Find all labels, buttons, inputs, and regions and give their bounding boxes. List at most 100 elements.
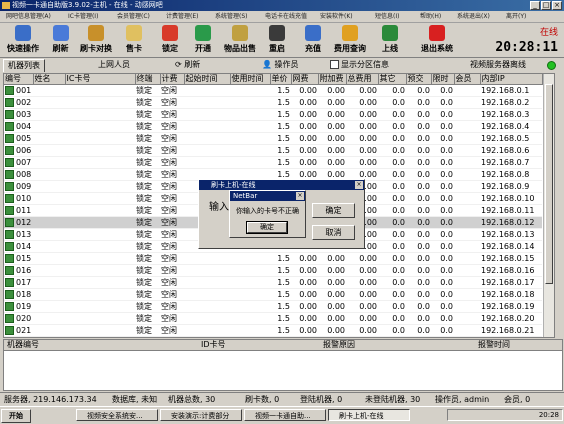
- machine-id: 013: [16, 230, 32, 239]
- cell-fee: 0.00: [291, 276, 318, 289]
- cell-add: 0.00: [318, 288, 346, 301]
- refresh-tab[interactable]: ⟳ 刷新: [175, 59, 200, 71]
- table-row[interactable]: 021 锁定 空闲 1.5 0.00 0.00 0.00 0.0 0.0 0.0 192.168.0…: [4, 324, 542, 337]
- column-header-11[interactable]: 其它: [378, 74, 407, 85]
- taskbar-item-card-login[interactable]: 刷卡上机-在线: [328, 409, 410, 421]
- table-row[interactable]: 004 锁定 空闲 1.5 0.00 0.00 0.00 0.0 0.0 0.0 192.168.0…: [4, 120, 542, 133]
- toolbar-button-4[interactable]: 锁定: [156, 24, 184, 56]
- cell-empty: [454, 120, 480, 133]
- card-login-cancel-button[interactable]: 取消: [312, 225, 355, 240]
- close-icon[interactable]: ×: [552, 1, 562, 10]
- cell-empty: [230, 252, 270, 265]
- tab-machine-list[interactable]: 机器列表: [3, 59, 45, 72]
- column-header-6[interactable]: 使用时间: [230, 74, 271, 85]
- toolbar-button-6[interactable]: 物品出售: [220, 24, 260, 56]
- show-partition-checkbox[interactable]: [330, 60, 339, 69]
- menu-item-0[interactable]: 网吧信息管理(A): [6, 11, 51, 22]
- table-row[interactable]: 016 锁定 空闲 1.5 0.00 0.00 0.00 0.0 0.0 0.0 192.168.0…: [4, 264, 542, 277]
- cell-empty: [184, 288, 230, 301]
- cell-fee: 0.00: [291, 324, 318, 337]
- table-row[interactable]: 001 锁定 空闲 1.5 0.00 0.00 0.00 0.0 0.0 0.0 192.168.0…: [4, 84, 542, 97]
- menu-item-8[interactable]: 帮助(H): [420, 11, 441, 22]
- toolbar-icon-2: [88, 25, 104, 41]
- scrollbar-thumb[interactable]: [545, 84, 553, 284]
- column-header-7[interactable]: 单价: [270, 74, 292, 85]
- toolbar-button-2[interactable]: 刷卡对换: [78, 24, 114, 56]
- column-header-5[interactable]: 起始时间: [184, 74, 231, 85]
- toolbar-button-9[interactable]: 费用查询: [330, 24, 370, 56]
- machine-id: 002: [16, 98, 32, 107]
- table-row[interactable]: 007 锁定 空闲 1.5 0.00 0.00 0.00 0.0 0.0 0.0 192.168.0…: [4, 156, 542, 169]
- show-partition-toggle[interactable]: 显示分区信息: [330, 59, 389, 71]
- cell-id: 019: [4, 300, 33, 313]
- toolbar-icon-5: [195, 25, 211, 41]
- tab-online-users[interactable]: 上网人员: [98, 59, 130, 71]
- menu-item-2[interactable]: 会员管理(C): [117, 11, 150, 22]
- menu-item-1[interactable]: IC卡管理(I): [68, 11, 98, 22]
- alarm-panel: 机器编号 ID卡号 报警原因 报警时间: [3, 339, 563, 391]
- toolbar-button-3[interactable]: 售卡: [118, 24, 150, 56]
- column-header-0[interactable]: 编号: [4, 74, 34, 85]
- toolbar-button-10[interactable]: 上线: [373, 24, 407, 56]
- menu-item-3[interactable]: 计费管理(E): [166, 11, 198, 22]
- cell-empty: [65, 144, 135, 157]
- maximize-icon[interactable]: □: [541, 1, 551, 10]
- cell-bill: 空闲: [160, 300, 184, 313]
- netbar-ok-button[interactable]: 确定: [246, 221, 288, 234]
- toolbar-button-11[interactable]: 退出系统: [417, 24, 457, 56]
- table-row[interactable]: 019 锁定 空闲 1.5 0.00 0.00 0.00 0.0 0.0 0.0 192.168.0…: [4, 300, 542, 313]
- toolbar-button-1[interactable]: 刷新: [47, 24, 74, 56]
- column-header-2[interactable]: IC卡号: [65, 74, 136, 85]
- menu-item-6[interactable]: 安装软件(K): [320, 11, 353, 22]
- toolbar-button-5[interactable]: 开通: [190, 24, 216, 56]
- menu-item-9[interactable]: 系统退出(X): [457, 11, 490, 22]
- menu-item-7[interactable]: 短信息(I): [375, 11, 399, 22]
- minimize-icon[interactable]: _: [530, 1, 540, 10]
- column-header-9[interactable]: 附加费: [318, 74, 347, 85]
- title-bar[interactable]: 视频一卡通自助版3.9.02-主机 - 在线 - 动感网吧 _ □ ×: [0, 0, 564, 11]
- card-login-close-icon[interactable]: ×: [355, 181, 363, 189]
- machine-id: 007: [16, 158, 32, 167]
- table-row[interactable]: 005 锁定 空闲 1.5 0.00 0.00 0.00 0.0 0.0 0.0 192.168.0…: [4, 132, 542, 145]
- taskbar-item-install-demo[interactable]: 安装演示:计费部分: [160, 409, 242, 421]
- column-header-14[interactable]: 会员: [454, 74, 481, 85]
- column-header-3[interactable]: 终端: [135, 74, 161, 85]
- operators-tab[interactable]: 👤 操作员: [262, 59, 299, 71]
- column-header-4[interactable]: 计费: [160, 74, 185, 85]
- cell-limit: 0.0: [431, 228, 454, 241]
- column-header-1[interactable]: 姓名: [33, 74, 66, 85]
- toolbar-button-8[interactable]: 充值: [300, 24, 326, 56]
- netbar-message: 你输入的卡号不正确: [236, 207, 299, 215]
- start-button[interactable]: 开始: [1, 409, 31, 423]
- menu-item-10[interactable]: 离开(Y): [506, 11, 526, 22]
- toolbar-button-0[interactable]: 快速操作: [3, 24, 43, 56]
- cell-limit: 0.0: [431, 120, 454, 133]
- grid-scrollbar[interactable]: [543, 74, 554, 337]
- toolbar-button-7[interactable]: 重启: [263, 24, 291, 56]
- cell-id: 016: [4, 264, 33, 277]
- cell-add: 0.00: [318, 144, 346, 157]
- taskbar-item-main-app[interactable]: 视频一卡通自助...: [244, 409, 326, 421]
- cell-id: 015: [4, 252, 33, 265]
- cell-limit: 0.0: [431, 300, 454, 313]
- menu-item-5[interactable]: 电话卡在线充值: [265, 11, 307, 22]
- table-row[interactable]: 015 锁定 空闲 1.5 0.00 0.00 0.00 0.0 0.0 0.0 192.168.0…: [4, 252, 542, 265]
- table-row[interactable]: 017 锁定 空闲 1.5 0.00 0.00 0.00 0.0 0.0 0.0 192.168.0…: [4, 276, 542, 289]
- cell-total: 0.00: [346, 288, 378, 301]
- taskbar-item-video-security[interactable]: 视频安全系统安...: [76, 409, 158, 421]
- table-row[interactable]: 003 锁定 空闲 1.5 0.00 0.00 0.00 0.0 0.0 0.0 192.168.0…: [4, 108, 542, 121]
- table-row[interactable]: 018 锁定 空闲 1.5 0.00 0.00 0.00 0.0 0.0 0.0 192.168.0…: [4, 288, 542, 301]
- column-header-8[interactable]: 网费: [291, 74, 319, 85]
- column-header-13[interactable]: 限时: [431, 74, 455, 85]
- status-bar: 服务器, 219.146.173.34 数据库, 未知 机器总数, 30 刷卡数…: [0, 392, 564, 406]
- cell-fee: 0.00: [291, 156, 318, 169]
- netbar-close-icon[interactable]: ×: [296, 192, 304, 200]
- menu-item-4[interactable]: 系统管理(S): [215, 11, 248, 22]
- column-header-12[interactable]: 预交: [406, 74, 432, 85]
- column-header-15[interactable]: 内部IP: [480, 74, 543, 85]
- table-row[interactable]: 020 锁定 空闲 1.5 0.00 0.00 0.00 0.0 0.0 0.0 192.168.0…: [4, 312, 542, 325]
- column-header-10[interactable]: 总费用: [346, 74, 379, 85]
- card-login-ok-button[interactable]: 确定: [312, 203, 355, 218]
- table-row[interactable]: 006 锁定 空闲 1.5 0.00 0.00 0.00 0.0 0.0 0.0 192.168.0…: [4, 144, 542, 157]
- table-row[interactable]: 002 锁定 空闲 1.5 0.00 0.00 0.00 0.0 0.0 0.0 192.168.0…: [4, 96, 542, 109]
